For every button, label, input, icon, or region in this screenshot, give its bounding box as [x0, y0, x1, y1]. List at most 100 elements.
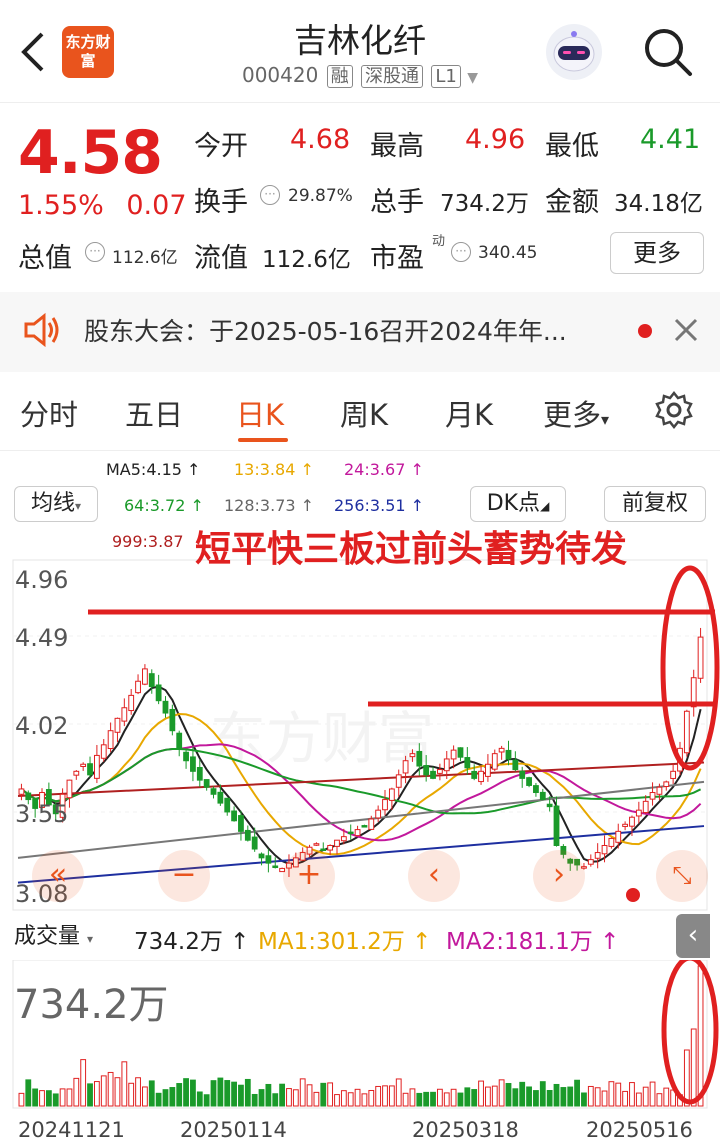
- volume-bar: [135, 1077, 141, 1107]
- kline-chart[interactable]: 东方财富: [0, 558, 720, 912]
- search-icon[interactable]: [640, 24, 696, 80]
- tab-intraday[interactable]: 分时: [20, 392, 78, 434]
- volume-bar: [608, 1081, 615, 1107]
- fullscreen-icon[interactable]: ⤡: [656, 850, 708, 902]
- volume-bar: [217, 1077, 224, 1107]
- info-dots-icon[interactable]: ···: [85, 242, 105, 262]
- volume-bar: [176, 1083, 183, 1107]
- volume-value: 734.2万: [440, 191, 529, 217]
- candle-body: [18, 788, 25, 795]
- volume-bar: [327, 1082, 334, 1107]
- mktcap-value: 112.6亿: [112, 248, 178, 268]
- volume-bar: [539, 1081, 546, 1107]
- volume-bar: [100, 1075, 107, 1107]
- tab-monthly-k[interactable]: 月K: [445, 392, 493, 434]
- volume-bar: [203, 1094, 210, 1107]
- adjust-mode-select[interactable]: 前复权: [604, 486, 706, 522]
- amount-label: 金额: [545, 187, 599, 218]
- close-icon[interactable]: [672, 316, 700, 348]
- volume-ma2: MA2:181.1万 ↑: [446, 929, 620, 955]
- candle-body: [176, 732, 183, 749]
- candle-body: [121, 707, 128, 722]
- collapse-panel-icon[interactable]: ‹: [676, 914, 710, 958]
- dk-point-select[interactable]: DK点◢: [470, 486, 566, 522]
- candle-body: [594, 852, 601, 859]
- active-tab-indicator: [238, 438, 288, 442]
- y-tick-label: 3.55: [15, 800, 69, 828]
- volume-bar: [347, 1092, 354, 1107]
- volume-bar: [272, 1093, 279, 1107]
- candle-body: [251, 836, 258, 850]
- volume-bar: [162, 1089, 169, 1107]
- candle-body: [402, 760, 409, 774]
- volume-bar: [416, 1092, 423, 1107]
- chart-annotation: 短平快三板过前头蓄势待发: [194, 529, 627, 570]
- candle-body: [457, 747, 464, 758]
- volume-bar: [340, 1090, 347, 1107]
- more-quote-button[interactable]: 更多: [610, 232, 704, 274]
- tab-five-day[interactable]: 五日: [125, 392, 183, 434]
- candle-body: [629, 816, 635, 827]
- volume-bar: [498, 1079, 505, 1107]
- candle-body: [340, 836, 347, 842]
- volume-bar: [663, 1087, 670, 1107]
- volume-bar: [251, 1093, 258, 1107]
- volume-bar: [155, 1092, 162, 1107]
- candle-body: [162, 700, 169, 714]
- candle-body: [100, 744, 107, 759]
- settings-gear-icon[interactable]: [654, 390, 694, 434]
- indicator-select[interactable]: 均线▾: [14, 486, 98, 522]
- candle-body: [635, 809, 642, 817]
- volume-bar: [66, 1088, 73, 1107]
- speaker-icon: [22, 312, 62, 352]
- candle-body: [519, 770, 526, 779]
- tab-weekly-k[interactable]: 周K: [340, 392, 388, 434]
- candle-body: [615, 830, 622, 843]
- dropdown-caret-icon[interactable]: ▼: [467, 70, 478, 86]
- volume-bar: [224, 1080, 231, 1107]
- volume-bar: [196, 1091, 203, 1107]
- volume-bar: [388, 1085, 395, 1107]
- stock-title: 吉林化纤: [294, 21, 426, 60]
- dropdown-caret-icon: ▾: [601, 410, 610, 429]
- volume-bar: [629, 1082, 635, 1107]
- volume-bar: [169, 1087, 176, 1107]
- scroll-right-icon[interactable]: ›: [533, 850, 585, 902]
- volume-bar: [615, 1082, 622, 1107]
- robot-avatar-icon[interactable]: [546, 24, 602, 80]
- volume-bar: [533, 1090, 539, 1107]
- candle-body: [546, 803, 553, 808]
- candle-body: [485, 763, 491, 777]
- zoom-in-icon[interactable]: +: [283, 850, 335, 902]
- info-dots-icon[interactable]: ···: [260, 185, 280, 205]
- tag-margin: 融: [326, 65, 353, 88]
- volume-bar: [334, 1094, 340, 1107]
- volume-bar: [231, 1081, 237, 1107]
- scroll-left-icon[interactable]: ‹: [408, 850, 460, 902]
- candle-body: [169, 708, 176, 732]
- candle-body: [272, 865, 279, 869]
- volume-bar: [25, 1079, 32, 1107]
- volume-bar: [313, 1091, 320, 1107]
- zoom-out-icon[interactable]: −: [158, 850, 210, 902]
- volume-bar: [560, 1087, 567, 1107]
- volume-bar: [423, 1091, 430, 1107]
- volume-bar: [183, 1078, 189, 1107]
- tab-more[interactable]: 更多▾: [543, 392, 609, 434]
- tab-daily-k[interactable]: 日K: [236, 392, 284, 434]
- volume-bar: [478, 1080, 484, 1107]
- volume-indicator-select[interactable]: 成交量 ▾: [14, 920, 128, 954]
- scroll-left-fast-icon[interactable]: «: [32, 850, 84, 902]
- ma128-label: 128:3.73 ↑: [224, 496, 315, 515]
- volume-bar: [45, 1090, 52, 1107]
- volume-bar: [574, 1079, 580, 1107]
- ma999-label: 999:3.87: [112, 532, 184, 551]
- info-dots-icon[interactable]: ···: [451, 242, 471, 262]
- candle-body: [128, 694, 135, 712]
- candle-body: [238, 815, 244, 832]
- date-label: 20250516: [586, 1118, 693, 1142]
- back-arrow-icon[interactable]: [14, 28, 54, 76]
- notice-text[interactable]: 股东大会：于2025-05-16召开2024年年...: [84, 312, 604, 348]
- candle-body: [388, 788, 395, 801]
- volume-bar: [59, 1088, 66, 1107]
